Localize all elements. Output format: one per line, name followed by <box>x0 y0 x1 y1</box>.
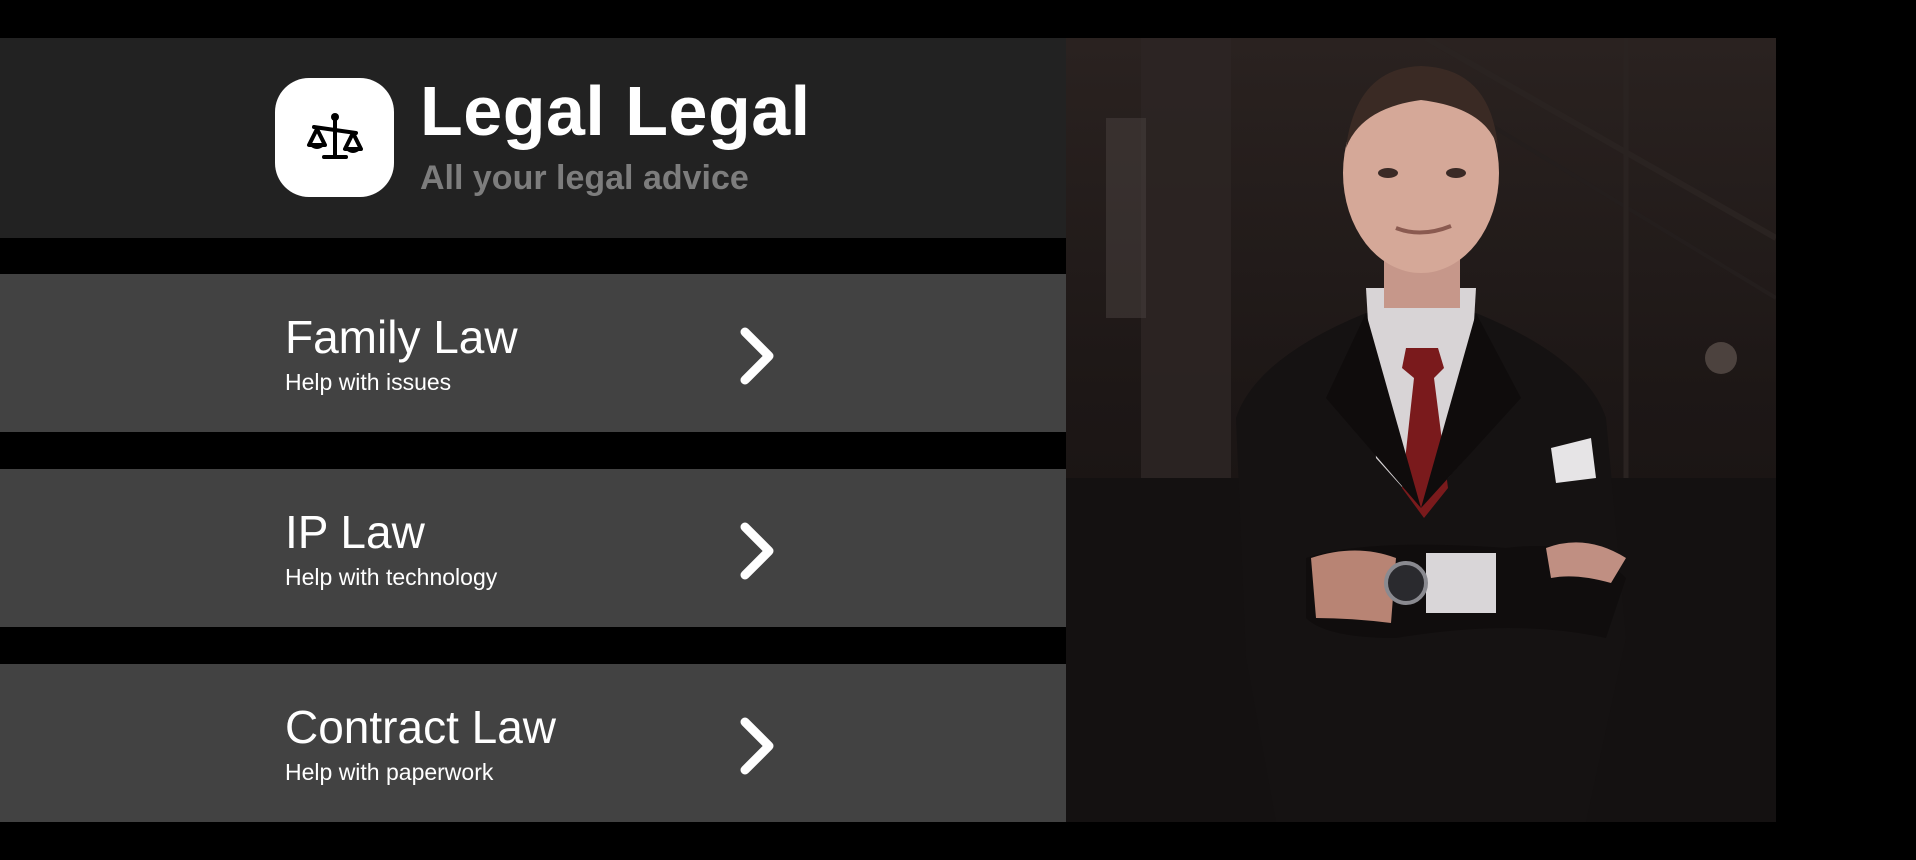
service-title: IP Law <box>285 506 425 558</box>
service-card-ip-law[interactable]: IP Law Help with technology <box>0 469 1066 627</box>
service-title: Family Law <box>285 311 518 363</box>
brand-title: Legal Legal <box>420 72 811 150</box>
chevron-right-icon[interactable] <box>735 324 779 388</box>
lawyer-photo <box>1066 38 1776 822</box>
brand-header: Legal Legal All your legal advice <box>0 38 1066 238</box>
service-card-contract-law[interactable]: Contract Law Help with paperwork <box>0 664 1066 822</box>
chevron-right-icon[interactable] <box>735 714 779 778</box>
brand-subtitle: All your legal advice <box>420 159 749 197</box>
service-title: Contract Law <box>285 701 557 753</box>
chevron-right-icon[interactable] <box>735 519 779 583</box>
service-subtitle: Help with issues <box>285 369 452 395</box>
logo[interactable] <box>275 78 394 197</box>
scales-of-justice-icon <box>306 112 363 159</box>
service-card-family-law[interactable]: Family Law Help with issues <box>0 274 1066 432</box>
service-subtitle: Help with technology <box>285 564 498 590</box>
lawyer-illustration <box>1066 38 1776 822</box>
service-subtitle: Help with paperwork <box>285 759 494 785</box>
